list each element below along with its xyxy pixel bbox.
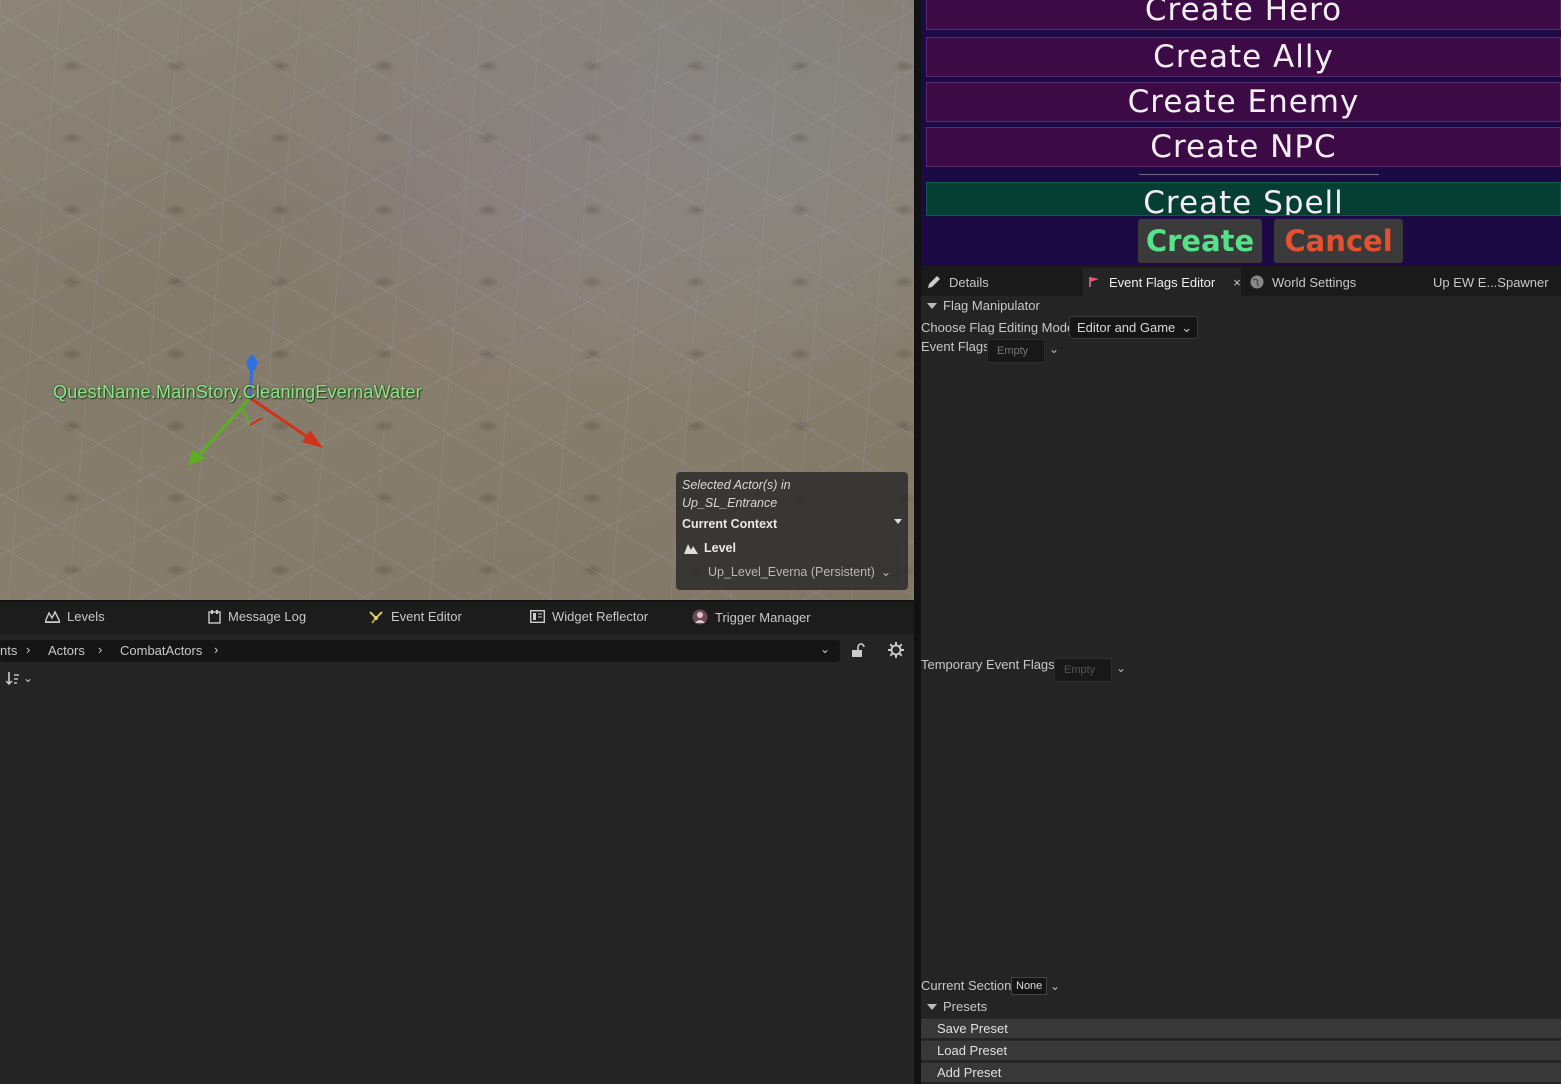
- tab-widget-reflector[interactable]: Widget Reflector: [530, 609, 648, 624]
- tab-label: Widget Reflector: [552, 609, 649, 624]
- create-enemy-button[interactable]: Create Enemy: [926, 82, 1561, 122]
- message-log-icon: [208, 609, 221, 624]
- bottom-tab-bar: Levels Message Log Event Editor Widget R…: [0, 600, 914, 634]
- chevron-down-icon[interactable]: ⌄: [1049, 342, 1059, 356]
- gear-icon[interactable]: [888, 642, 904, 658]
- breadcrumb-item[interactable]: nts: [0, 643, 17, 658]
- level-icon: [684, 544, 698, 554]
- editor-window: QuestName.MainStory.CleaningEvernaWater …: [0, 0, 1561, 1084]
- current-section-field[interactable]: None: [1011, 977, 1047, 995]
- tab-label: Levels: [67, 609, 105, 624]
- sort-icon: [6, 672, 19, 685]
- sort-button[interactable]: ⌄: [6, 671, 33, 685]
- flag-mode-value: Editor and Game: [1077, 320, 1176, 335]
- create-spell-label: Create Spell: [1143, 185, 1344, 216]
- tab-levels[interactable]: Levels: [45, 609, 105, 624]
- level-row: Level: [684, 541, 736, 555]
- tab-event-flags-editor[interactable]: Event Flags Editor ×: [1083, 268, 1241, 296]
- tab-trigger-manager[interactable]: Trigger Manager: [692, 609, 811, 625]
- section-title: Flag Manipulator: [943, 298, 1040, 313]
- tab-label: Message Log: [228, 609, 307, 624]
- divider: [1139, 174, 1379, 175]
- breadcrumb-item[interactable]: Actors: [48, 643, 85, 658]
- title-line-2: Up_SL_Entrance: [682, 496, 778, 510]
- create-actor-widget: Create Hero Create Ally Create Enemy Cre…: [921, 0, 1561, 266]
- selected-actors-title: Selected Actor(s) in Up_SL_Entrance: [682, 476, 791, 512]
- tab-label: Up EW E...Spawner: [1433, 274, 1549, 290]
- title-line-1: Selected Actor(s) in: [682, 478, 791, 492]
- quest-name-label: QuestName.MainStory.CleaningEvernaWater: [53, 382, 422, 402]
- chevron-right-icon[interactable]: ›: [214, 642, 218, 657]
- create-npc-button[interactable]: Create NPC: [926, 127, 1561, 167]
- add-preset-button[interactable]: Add Preset: [921, 1062, 1561, 1082]
- level-value: Up_Level_Everna (Persistent): [708, 564, 875, 579]
- create-spell-button[interactable]: Create Spell: [926, 182, 1561, 216]
- create-button[interactable]: Create: [1138, 219, 1262, 263]
- presets-header[interactable]: Presets: [927, 999, 987, 1014]
- chevron-down-icon: ⌄: [1181, 319, 1193, 335]
- event-flags-field[interactable]: Empty: [987, 339, 1045, 363]
- create-ally-button[interactable]: Create Ally: [926, 37, 1561, 77]
- panel-splitter[interactable]: [914, 0, 921, 1084]
- tab-message-log[interactable]: Message Log: [208, 609, 306, 624]
- collapse-triangle-icon: [927, 302, 937, 309]
- event-flags-label: Event Flags: [921, 339, 990, 354]
- event-editor-icon: [369, 610, 383, 624]
- content-browser-panel: Levels Message Log Event Editor Widget R…: [0, 600, 914, 1084]
- load-preset-button[interactable]: Load Preset: [921, 1040, 1561, 1060]
- chevron-down-icon: ⌄: [23, 671, 34, 685]
- create-hero-button[interactable]: Create Hero: [926, 0, 1561, 30]
- save-preset-button[interactable]: Save Preset: [921, 1018, 1561, 1038]
- tab-spawner[interactable]: Up EW E...Spawner: [1427, 268, 1561, 296]
- section-title: Presets: [943, 999, 988, 1014]
- chevron-down-icon: ⌄: [880, 565, 892, 579]
- flag-mode-label: Choose Flag Editing Mode: [921, 320, 1075, 335]
- cancel-button[interactable]: Cancel: [1274, 219, 1403, 263]
- level-label: Level: [704, 541, 736, 555]
- flag-icon: [1089, 277, 1099, 287]
- history-dropdown-icon[interactable]: ⌄: [820, 642, 830, 656]
- chevron-down-icon[interactable]: ⌄: [1050, 979, 1060, 993]
- current-section-label: Current Section: [921, 978, 1012, 993]
- right-tab-bar: Details Event Flags Editor × World Setti…: [921, 268, 1561, 296]
- pencil-icon: [928, 276, 940, 288]
- globe-icon: [1250, 275, 1264, 289]
- trigger-manager-icon: [692, 609, 708, 625]
- flag-mode-dropdown[interactable]: Editor and Game ⌄: [1069, 316, 1198, 339]
- tab-details[interactable]: Details: [921, 268, 1081, 296]
- temp-event-flags-label: Temporary Event Flags: [921, 657, 1055, 672]
- close-icon[interactable]: ×: [1233, 275, 1241, 290]
- tab-label: Trigger Manager: [715, 609, 811, 625]
- current-context-label: Current Context: [682, 517, 778, 531]
- flag-manipulator-header[interactable]: Flag Manipulator: [927, 298, 1040, 313]
- tab-label: Event Editor: [391, 609, 462, 624]
- temp-event-flags-field[interactable]: Empty: [1054, 658, 1112, 682]
- selection-context-popup: Selected Actor(s) in Up_SL_Entrance Curr…: [676, 472, 908, 590]
- collapse-caret-icon[interactable]: [894, 519, 902, 524]
- collapse-triangle-icon: [927, 1003, 937, 1010]
- chevron-down-icon[interactable]: ⌄: [1116, 661, 1126, 675]
- breadcrumb: nts › Actors › CombatActors › ⌄: [0, 640, 840, 662]
- level-dropdown[interactable]: Up_Level_Everna (Persistent) ⌄: [708, 564, 892, 580]
- event-flags-panel: Details Event Flags Editor × World Setti…: [921, 268, 1561, 1084]
- widget-reflector-icon: [530, 610, 545, 623]
- level-viewport[interactable]: QuestName.MainStory.CleaningEvernaWater …: [0, 0, 914, 600]
- chevron-right-icon[interactable]: ›: [98, 642, 102, 657]
- tab-label: World Settings: [1272, 274, 1357, 290]
- transform-gizmo[interactable]: [180, 350, 330, 470]
- tab-event-editor[interactable]: Event Editor: [368, 609, 462, 624]
- tab-world-settings[interactable]: World Settings: [1244, 268, 1424, 296]
- unlock-icon[interactable]: [851, 643, 865, 658]
- tab-label: Event Flags Editor: [1109, 274, 1216, 290]
- chevron-right-icon[interactable]: ›: [26, 642, 30, 657]
- tab-label: Details: [949, 274, 989, 290]
- levels-icon: [45, 610, 60, 623]
- breadcrumb-item[interactable]: CombatActors: [120, 643, 202, 658]
